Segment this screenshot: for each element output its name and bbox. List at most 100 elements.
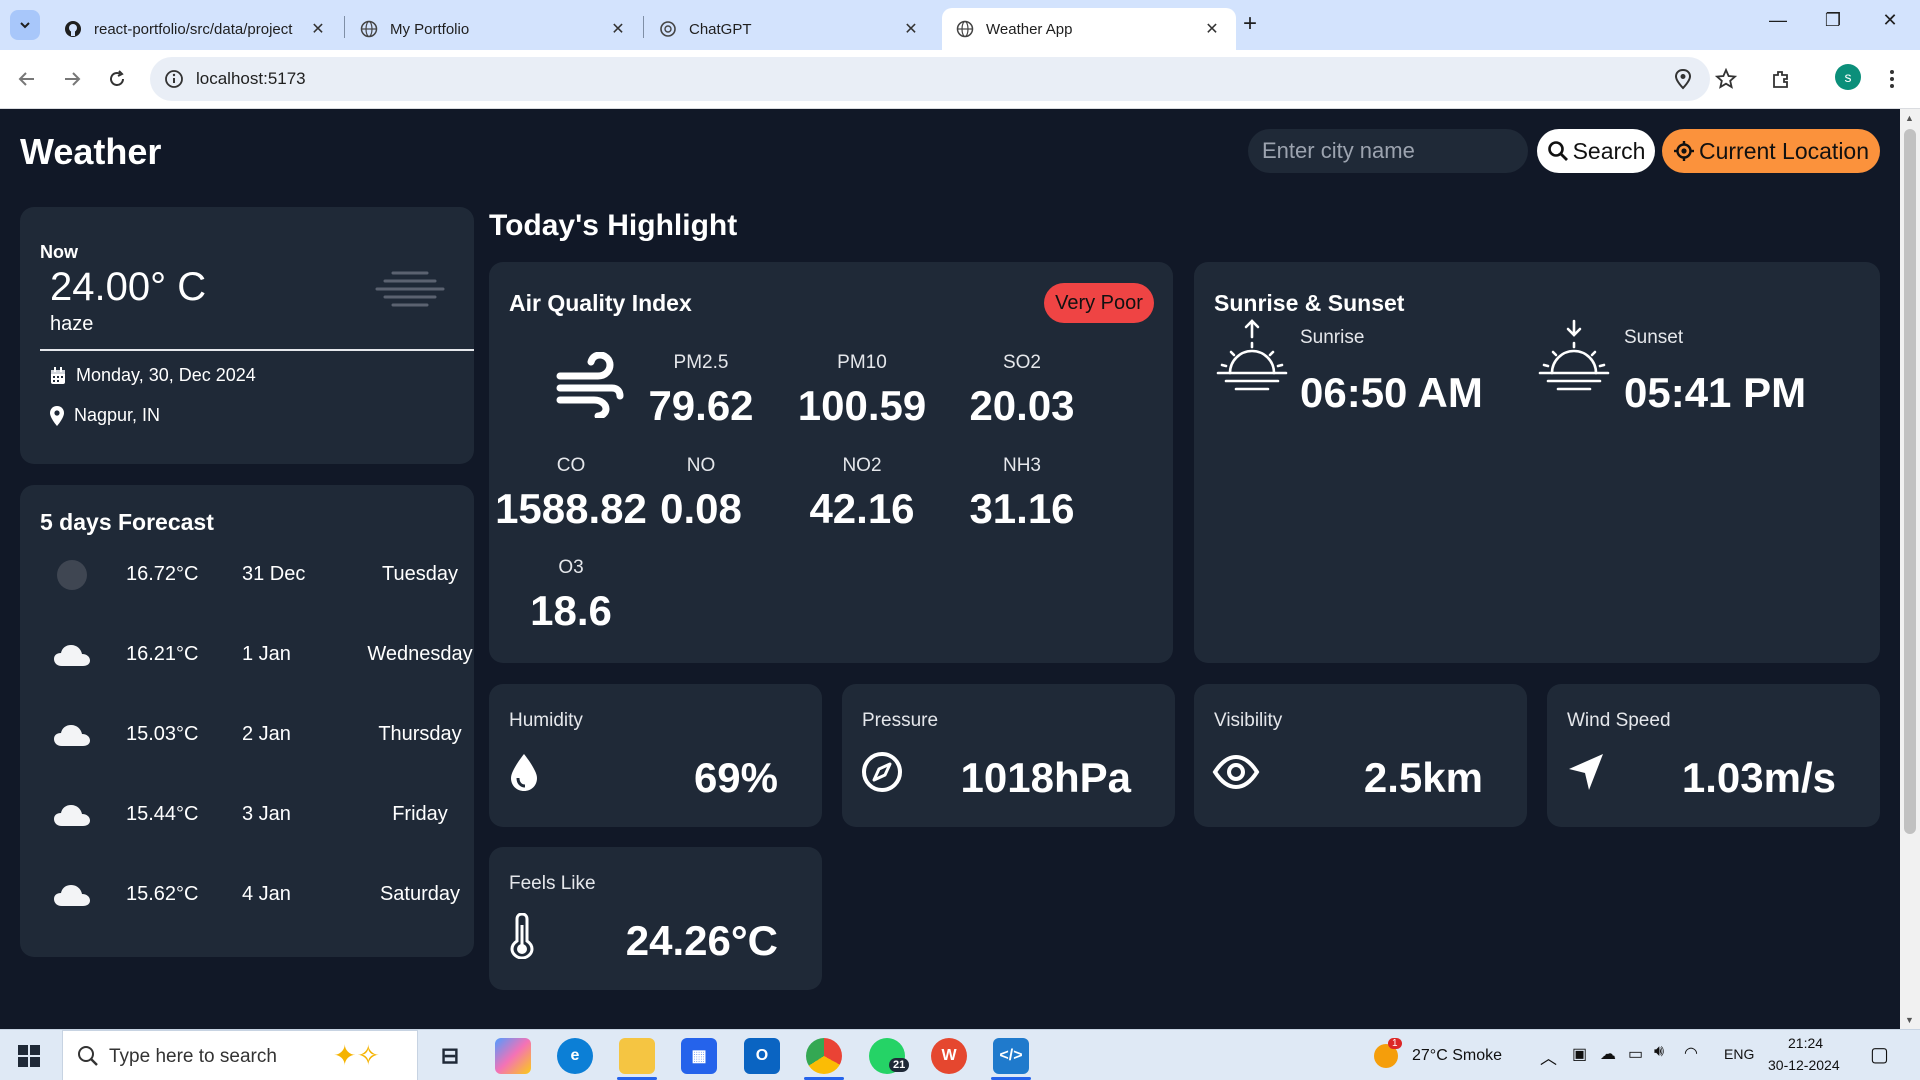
copilot-icon[interactable] [495, 1038, 531, 1074]
github-icon [64, 20, 82, 38]
aqi-item-value: 100.59 [797, 382, 927, 429]
forecast-row: 16.21°C 1 Jan Wednesday [50, 635, 473, 675]
pressure-card: Pressure 1018hPa [842, 684, 1175, 827]
aqi-item-pm10: PM10 100.59 [782, 352, 942, 430]
aqi-item-name: PM10 [837, 352, 887, 373]
microsoft-store-icon[interactable]: ▦ [681, 1038, 717, 1074]
tab-title: react-portfolio/src/data/project [94, 20, 293, 38]
wifi-icon[interactable]: ◠ [1684, 1043, 1698, 1063]
page-scrollbar[interactable]: ▲ ▼ [1900, 109, 1920, 1029]
current-temperature: 24.00° C [50, 265, 207, 309]
outlook-icon[interactable]: O [744, 1038, 780, 1074]
aqi-item-value: 79.62 [648, 382, 754, 429]
water-drop-icon [507, 750, 541, 799]
scroll-down-icon[interactable]: ▼ [1905, 1015, 1914, 1025]
weather-widget[interactable]: 1 27°C Smoke [1370, 1038, 1520, 1074]
tab-github[interactable]: react-portfolio/src/data/project ✕ [50, 8, 342, 50]
cloud-icon [50, 635, 94, 675]
app-logo: Weather [20, 131, 162, 172]
sunrise-sunset-card: Sunrise & Sunset Sunrise 06:50 AM Sunset… [1194, 262, 1880, 663]
forecast-temp: 15.44°C [126, 803, 199, 825]
vscode-icon[interactable]: </> [993, 1038, 1029, 1074]
url-text: localhost:5173 [196, 69, 306, 88]
chevron-down-icon [20, 22, 30, 29]
file-explorer-icon[interactable] [619, 1038, 655, 1074]
tab-my-portfolio[interactable]: My Portfolio ✕ [346, 8, 642, 50]
feels-like-value: 24.26°C [625, 917, 778, 964]
restore-button[interactable]: ❐ [1810, 10, 1856, 31]
reload-button[interactable] [102, 64, 132, 94]
close-icon[interactable]: ✕ [1202, 19, 1222, 39]
site-info-icon[interactable] [164, 69, 184, 94]
bookmark-star-icon[interactable] [1714, 67, 1738, 95]
aqi-item-name: NO [686, 455, 716, 476]
whatsapp-icon[interactable]: 21 [869, 1038, 910, 1074]
weather-alert-badge: 1 [1388, 1038, 1402, 1049]
profile-avatar[interactable]: s [1835, 64, 1861, 90]
taskbar-search-box[interactable]: Type here to search ✦✧ [62, 1030, 418, 1080]
forecast-weekday: Tuesday [382, 563, 458, 585]
now-label: Now [40, 242, 78, 262]
browser-menu-button[interactable] [1877, 64, 1907, 94]
forecast-row: 15.03°C 2 Jan Thursday [50, 715, 462, 755]
notification-center-icon[interactable]: ▢ [1870, 1042, 1889, 1067]
windows-start-button[interactable] [18, 1045, 40, 1072]
dark-circle-icon [50, 555, 94, 595]
forecast-temp: 15.03°C [126, 723, 199, 745]
browser-tab-bar: react-portfolio/src/data/project ✕ My Po… [0, 0, 1920, 50]
current-condition: haze [50, 313, 94, 335]
crosshair-icon [1673, 141, 1694, 161]
tab-weather-app[interactable]: Weather App ✕ [942, 8, 1236, 50]
edge-icon[interactable]: e [557, 1038, 593, 1074]
aqi-status-badge: Very Poor [1044, 283, 1154, 323]
haze-icon [375, 269, 445, 318]
taskbar-time[interactable]: 21:24 [1788, 1035, 1823, 1051]
taskbar-date[interactable]: 30-12-2024 [1768, 1057, 1840, 1073]
tab-search-button[interactable] [10, 10, 40, 40]
forecast-row: 15.62°C 4 Jan Saturday [50, 875, 460, 915]
tab-chatgpt[interactable]: ChatGPT ✕ [645, 8, 935, 50]
aqi-item-no2: NO2 42.16 [782, 455, 942, 533]
forward-button[interactable] [57, 64, 87, 94]
taskbar-weather-text: 27°C Smoke [1412, 1047, 1502, 1064]
wps-office-icon[interactable]: W [931, 1038, 967, 1074]
onedrive-icon[interactable]: ☁ [1600, 1044, 1616, 1064]
window-close-button[interactable]: ✕ [1867, 10, 1913, 31]
extensions-button[interactable] [1766, 64, 1796, 94]
scrollbar-thumb[interactable] [1904, 129, 1916, 834]
minimize-button[interactable]: — [1755, 10, 1801, 31]
aqi-title: Air Quality Index [509, 290, 692, 316]
task-view-icon[interactable]: ⊟ [432, 1038, 468, 1074]
new-tab-button[interactable]: + [1243, 10, 1257, 38]
forecast-weekday: Wednesday [367, 643, 473, 665]
current-location: Nagpur, IN [74, 405, 161, 425]
map-pin-icon [50, 405, 64, 426]
sunrise-label: Sunrise [1300, 327, 1365, 348]
weather-app-page: Weather Search Current Location Now 24.0… [0, 109, 1900, 1029]
aqi-item-o3: O3 18.6 [491, 557, 651, 635]
battery-icon[interactable]: ▭ [1628, 1044, 1643, 1064]
back-button[interactable] [12, 64, 42, 94]
tray-overflow-icon[interactable]: ︿ [1540, 1044, 1557, 1069]
cloud-icon [50, 715, 94, 755]
tab-separator [643, 16, 644, 38]
aqi-item-value: 0.08 [660, 485, 742, 532]
humidity-value: 69% [693, 754, 778, 801]
language-indicator[interactable]: ENG [1724, 1046, 1754, 1062]
forecast-date: 3 Jan [242, 803, 291, 825]
address-bar[interactable]: localhost:5173 [150, 57, 1738, 101]
volume-icon[interactable]: 🔊︎ [1654, 1043, 1664, 1061]
scroll-up-icon[interactable]: ▲ [1905, 113, 1914, 123]
wind-speed-label: Wind Speed [1567, 710, 1671, 731]
chrome-icon[interactable] [806, 1038, 842, 1074]
aqi-item-nh3: NH3 31.16 [942, 455, 1102, 533]
location-pin-icon[interactable] [1673, 68, 1693, 95]
current-location-button[interactable]: Current Location [1662, 129, 1880, 173]
city-search-input[interactable] [1248, 129, 1528, 173]
globe-icon [360, 20, 378, 38]
search-button[interactable]: Search [1537, 129, 1655, 173]
meet-now-icon[interactable]: ▣ [1572, 1044, 1587, 1064]
close-icon[interactable]: ✕ [308, 19, 328, 39]
close-icon[interactable]: ✕ [901, 19, 921, 39]
close-icon[interactable]: ✕ [608, 19, 628, 39]
